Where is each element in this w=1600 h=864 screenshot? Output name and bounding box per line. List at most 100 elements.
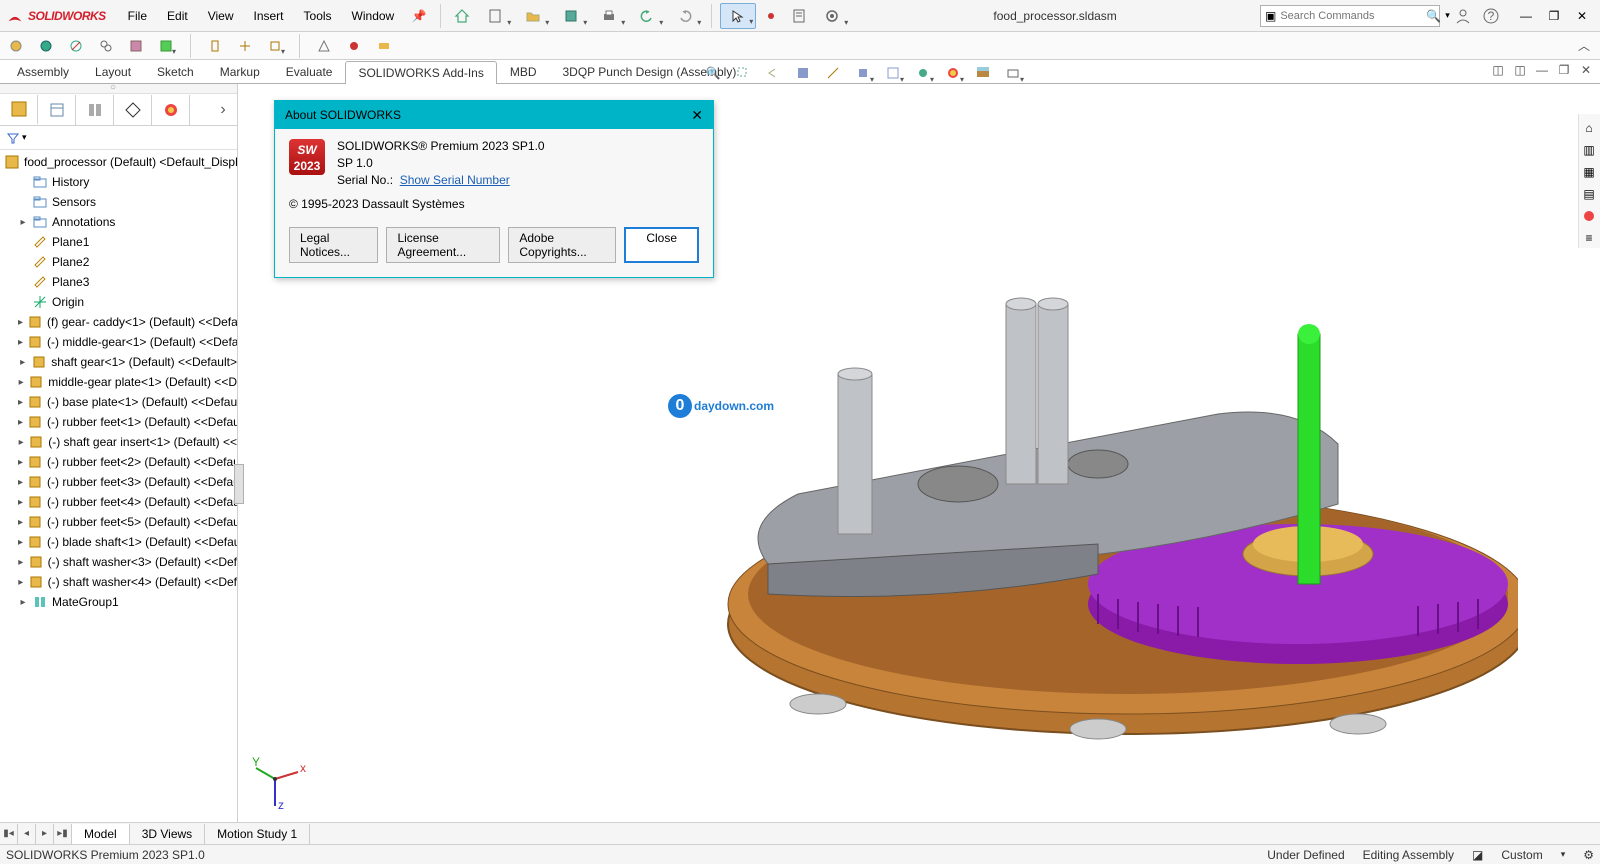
tree-row[interactable]: Origin (0, 292, 237, 312)
task-appearance-icon[interactable] (1579, 206, 1599, 226)
expand-icon[interactable]: ▸ (18, 217, 28, 228)
tab-nav-first[interactable]: ▮◂ (0, 824, 18, 844)
tree-row[interactable]: ▸middle-gear plate<1> (Default) <<D (0, 372, 237, 392)
panel-splitter-handle[interactable] (234, 464, 244, 504)
tree-row[interactable]: ▸(-) base plate<1> (Default) <<Defau (0, 392, 237, 412)
tree-row[interactable]: ▸MateGroup1 (0, 592, 237, 612)
tree-root[interactable]: food_processor (Default) <Default_Displa (0, 152, 237, 172)
tab-nav-last[interactable]: ▸▮ (54, 824, 72, 844)
license-agreement-button[interactable]: License Agreement... (386, 227, 500, 263)
adobe-copyrights-button[interactable]: Adobe Copyrights... (508, 227, 616, 263)
doc-btn-2[interactable]: ◫ (1510, 60, 1530, 80)
expand-icon[interactable]: ▸ (18, 577, 24, 588)
tb2-btn-9[interactable]: ▾ (263, 34, 287, 58)
tb2-btn-3[interactable] (64, 34, 88, 58)
tb2-btn-4[interactable] (94, 34, 118, 58)
menu-insert[interactable]: Insert (244, 5, 294, 27)
undo-icon[interactable]: ▾ (629, 3, 665, 29)
bottom-tab-model[interactable]: Model (72, 824, 130, 844)
side-tab-display[interactable] (152, 95, 190, 125)
status-units[interactable]: Custom (1501, 848, 1542, 862)
status-units-dropdown-icon[interactable]: ▾ (1561, 849, 1566, 860)
tab-markup[interactable]: Markup (207, 60, 273, 83)
appearance-icon[interactable]: ▾ (940, 60, 966, 86)
tree-row[interactable]: ▸Annotations (0, 212, 237, 232)
tree-row[interactable]: Plane3 (0, 272, 237, 292)
open-icon[interactable]: ▾ (515, 3, 551, 29)
task-custom-props-icon[interactable]: ≡ (1579, 228, 1599, 248)
tree-filter-row[interactable]: ▾ (0, 126, 237, 150)
save-icon[interactable]: ▾ (553, 3, 589, 29)
close-button[interactable]: ✕ (1570, 4, 1594, 28)
new-icon[interactable]: ▾ (477, 3, 513, 29)
expand-icon[interactable]: ▸ (18, 477, 23, 488)
search-input[interactable] (1280, 10, 1422, 22)
tab-layout[interactable]: Layout (82, 60, 144, 83)
side-tab-overflow[interactable]: › (209, 95, 237, 125)
expand-icon[interactable]: ▸ (18, 457, 23, 468)
side-tab-dimxpert[interactable] (114, 95, 152, 125)
tree-row[interactable]: ▸(-) rubber feet<5> (Default) <<Defau (0, 512, 237, 532)
view-settings-icon[interactable]: ▾ (1000, 60, 1026, 86)
tree-row[interactable]: Sensors (0, 192, 237, 212)
task-resources-icon[interactable]: ▥ (1579, 140, 1599, 160)
tab-addins[interactable]: SOLIDWORKS Add-Ins (345, 61, 496, 84)
print-icon[interactable]: ▾ (591, 3, 627, 29)
tb2-btn-6[interactable]: ▾ (154, 34, 178, 58)
funnel-icon[interactable] (6, 131, 20, 145)
panel-resize-handle[interactable] (0, 84, 237, 94)
status-flag-icon[interactable]: ◪ (1472, 848, 1483, 862)
tb2-btn-12[interactable] (372, 34, 396, 58)
hide-show-icon[interactable]: ▾ (910, 60, 936, 86)
tree-row[interactable]: ▸(-) shaft gear insert<1> (Default) << (0, 432, 237, 452)
tree-row[interactable]: Plane1 (0, 232, 237, 252)
expand-icon[interactable]: ▸ (18, 517, 23, 528)
menu-edit[interactable]: Edit (157, 5, 198, 27)
home-icon[interactable] (449, 3, 475, 29)
section-view-icon[interactable] (790, 60, 816, 86)
close-dialog-button[interactable]: Close (624, 227, 699, 263)
expand-icon[interactable]: ▸ (18, 497, 23, 508)
help-icon[interactable]: ? (1478, 3, 1504, 29)
tree-row[interactable]: Plane2 (0, 252, 237, 272)
tree-row[interactable]: ▸(-) rubber feet<4> (Default) <<Defau (0, 492, 237, 512)
tb2-btn-1[interactable] (4, 34, 28, 58)
tab-nav-next[interactable]: ▸ (36, 824, 54, 844)
tree-row[interactable]: ▸(-) rubber feet<2> (Default) <<Defau (0, 452, 237, 472)
tree-row[interactable]: ▸(-) rubber feet<3> (Default) <<Defau (0, 472, 237, 492)
minimize-button[interactable]: — (1514, 4, 1538, 28)
tb2-btn-2[interactable] (34, 34, 58, 58)
tb2-btn-11[interactable] (342, 34, 366, 58)
menu-window[interactable]: Window (342, 5, 405, 27)
tb2-btn-8[interactable] (233, 34, 257, 58)
expand-icon[interactable]: ▸ (18, 397, 23, 408)
legal-notices-button[interactable]: Legal Notices... (289, 227, 378, 263)
side-tab-feature-tree[interactable] (0, 95, 38, 125)
view-orientation-icon[interactable]: ▾ (850, 60, 876, 86)
doc-restore[interactable]: ❐ (1554, 60, 1574, 80)
doc-minimize[interactable]: — (1532, 60, 1552, 80)
tree-row[interactable]: ▸(f) gear- caddy<1> (Default) <<Defa (0, 312, 237, 332)
tree-row[interactable]: ▸(-) middle-gear<1> (Default) <<Defa (0, 332, 237, 352)
expand-icon[interactable]: ▸ (18, 557, 24, 568)
scene-icon[interactable] (970, 60, 996, 86)
menu-file[interactable]: File (118, 5, 157, 27)
tb2-btn-5[interactable] (124, 34, 148, 58)
tree-row[interactable]: ▸(-) blade shaft<1> (Default) <<Defaul (0, 532, 237, 552)
tree-row[interactable]: History (0, 172, 237, 192)
expand-icon[interactable]: ▸ (18, 437, 24, 448)
task-library-icon[interactable]: ▦ (1579, 162, 1599, 182)
rebuild-icon[interactable] (758, 3, 784, 29)
task-home-icon[interactable]: ⌂ (1579, 118, 1599, 138)
dialog-titlebar[interactable]: About SOLIDWORKS ✕ (275, 101, 713, 129)
expand-icon[interactable]: ▸ (18, 337, 23, 348)
zoom-area-icon[interactable] (730, 60, 756, 86)
select-cursor-icon[interactable]: ▾ (720, 3, 756, 29)
dialog-close-icon[interactable]: ✕ (691, 107, 703, 124)
tab-mbd[interactable]: MBD (497, 60, 550, 83)
feature-tree[interactable]: food_processor (Default) <Default_Displa… (0, 150, 237, 844)
search-icon[interactable]: 🔍 (1426, 9, 1441, 23)
tree-row[interactable]: ▸(-) rubber feet<1> (Default) <<Defau (0, 412, 237, 432)
side-tab-property[interactable] (38, 95, 76, 125)
tab-assembly[interactable]: Assembly (4, 60, 82, 83)
